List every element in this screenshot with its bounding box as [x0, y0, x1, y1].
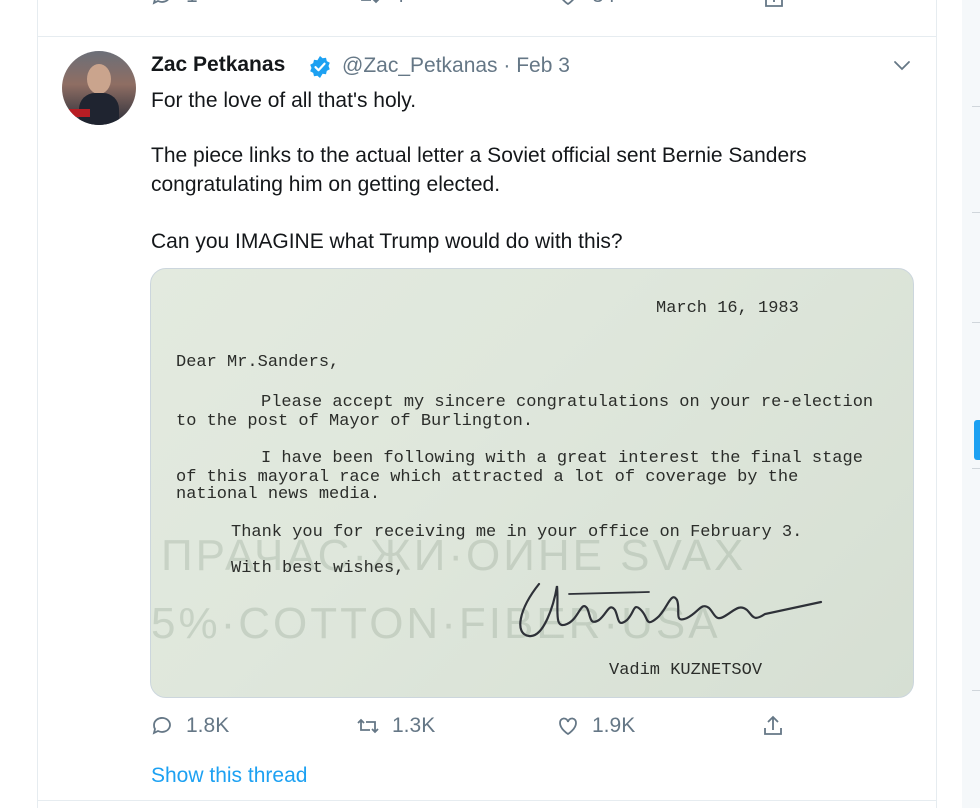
retweet-icon	[357, 718, 379, 734]
prev-reply-count: 1	[186, 0, 198, 8]
previous-tweet-actions: 1 4 34	[0, 0, 980, 20]
reply-count: 1.8K	[186, 714, 230, 737]
reply-button[interactable]: 1.8K	[150, 714, 229, 738]
tweet-text-line-1: For the love of all that's holy.	[151, 89, 417, 112]
tweet-actions: 1.8K 1.3K 1.9K	[0, 712, 980, 746]
prev-like-count: 34	[592, 0, 615, 8]
tweet-text-line-4: Can you IMAGINE what Trump would do with…	[151, 230, 623, 253]
letter-signer: Vadim KUZNETSOV	[609, 661, 763, 680]
retweet-icon	[361, 0, 380, 4]
reply-icon	[152, 717, 171, 735]
handwritten-signature	[519, 582, 823, 638]
tweet-text-line-3: congratulating him on getting elected.	[151, 173, 501, 196]
tweet-divider-bottom	[37, 800, 937, 801]
scroll-indicator[interactable]	[974, 420, 980, 460]
reply-icon	[152, 0, 169, 5]
letter-date: March 16, 1983	[656, 299, 799, 318]
retweet-button[interactable]: 1.3K	[356, 714, 435, 738]
prev-retweet-count: 4	[393, 0, 405, 8]
share-icon	[765, 0, 783, 7]
retweet-count: 1.3K	[392, 714, 436, 737]
tweet-media-letter-image[interactable]: ПРАЧАС·ЖИ·ОИНЕ SVAX 5%·COTTON·FIBER·USA …	[150, 268, 914, 698]
tweet-text-line-2: The piece links to the actual letter a S…	[151, 144, 807, 167]
letter-p1-line1: Please accept my sincere congratulations…	[261, 393, 874, 412]
share-icon	[764, 715, 782, 735]
verified-badge-icon	[310, 56, 330, 78]
letter-p2-line1: I have been following with a great inter…	[261, 449, 863, 468]
like-button[interactable]: 1.9K	[556, 714, 635, 738]
letter-closing: With best wishes,	[231, 559, 405, 578]
handle-and-date[interactable]: @Zac_Petkanas · Feb 3	[342, 54, 570, 78]
like-count: 1.9K	[592, 714, 636, 737]
letter-p2-line3: national news media.	[176, 485, 381, 504]
letter-salutation: Dear Mr.Sanders,	[176, 353, 340, 372]
share-button[interactable]	[761, 714, 785, 738]
heart-icon	[562, 0, 574, 6]
heart-icon	[559, 717, 577, 736]
show-thread-link[interactable]: Show this thread	[151, 764, 307, 788]
letter-p1-line2: to the post of Mayor of Burlington.	[176, 412, 534, 431]
author-name[interactable]: Zac Petkanas	[151, 53, 285, 77]
chevron-down-icon[interactable]	[890, 53, 914, 77]
prev-retweet-button[interactable]: 4	[357, 0, 405, 8]
tweet-divider-top	[37, 36, 937, 37]
avatar[interactable]	[62, 51, 136, 125]
prev-share-button[interactable]	[762, 0, 786, 10]
letter-p3: Thank you for receiving me in your offic…	[231, 523, 803, 542]
prev-reply-button[interactable]: 1	[150, 0, 198, 8]
page-scrollbar[interactable]	[962, 0, 980, 808]
prev-like-button[interactable]: 34	[556, 0, 615, 8]
